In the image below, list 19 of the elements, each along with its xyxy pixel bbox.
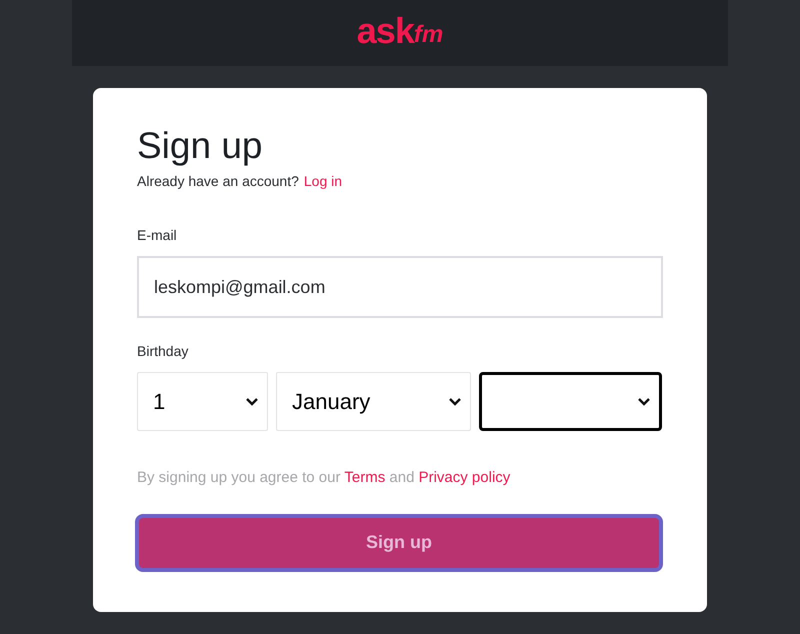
birthday-select[interactable]: January (276, 372, 471, 431)
chevron-down-icon (637, 397, 651, 406)
chevron-down-icon (448, 397, 462, 406)
agreement-text: By signing up you agree to our Terms and Privacy policy (137, 468, 510, 488)
select-value: January (292, 388, 370, 416)
login-prompt: Already have an account? (137, 172, 299, 191)
signup-button[interactable]: Sign up (135, 514, 663, 572)
logo[interactable]: askfm (356, 13, 444, 53)
email-label: E-mail (137, 226, 177, 245)
privacy-policy-link[interactable]: Privacy policy (418, 469, 510, 486)
login-link[interactable]: Log in (304, 171, 342, 192)
birthday-select[interactable] (479, 372, 662, 431)
select-value: 1 (153, 388, 166, 416)
chevron-down-icon (245, 397, 259, 406)
birthday-select[interactable]: 1 (137, 372, 268, 431)
email-field[interactable]: leskompi@gmail.com (137, 256, 663, 318)
page-title: Sign up (137, 124, 262, 168)
birthday-label: Birthday (137, 342, 188, 361)
terms-link[interactable]: Terms (344, 469, 386, 486)
